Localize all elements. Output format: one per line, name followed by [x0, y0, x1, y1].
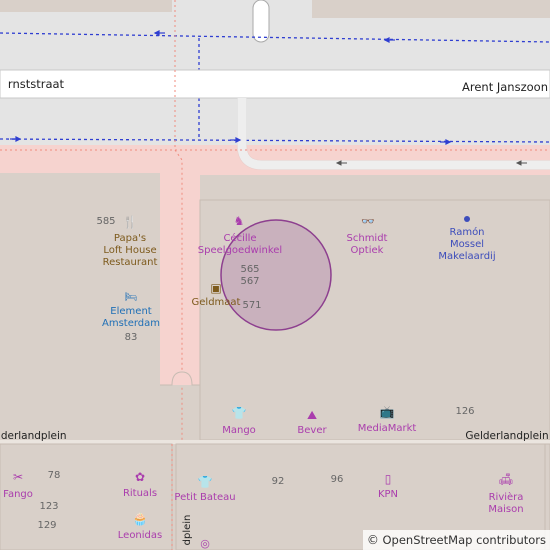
- house-number: 78: [47, 470, 61, 481]
- poi-rituals[interactable]: Rituals: [123, 488, 157, 500]
- shirt-icon-petit[interactable]: 👕: [198, 476, 213, 488]
- sofa-icon[interactable]: 🛋: [498, 473, 513, 485]
- glasses-icon[interactable]: 👓: [361, 216, 375, 228]
- dot-icon: [464, 216, 470, 222]
- roundabout-feature: [252, 0, 270, 43]
- phone-icon[interactable]: ▯: [385, 473, 392, 485]
- poi-kpn[interactable]: KPN: [378, 489, 398, 501]
- shirt-icon[interactable]: 👕: [232, 407, 247, 419]
- poi-fango[interactable]: Fango: [3, 489, 33, 501]
- toy-horse-icon[interactable]: ♞: [234, 215, 245, 227]
- house-number: 567: [240, 276, 260, 287]
- poi-geldmaat[interactable]: Geldmaat: [192, 297, 241, 309]
- house-number: 92: [271, 476, 285, 487]
- street-label-north-right: Arent Janszoon: [462, 80, 548, 94]
- house-number: 126: [455, 406, 475, 417]
- street-label-north-left: rnststraat: [7, 77, 65, 91]
- poi-schmidt-optiek[interactable]: Schmidt Optiek: [347, 233, 388, 257]
- poi-papas-loft-house[interactable]: Papa's Loft House Restaurant: [103, 233, 158, 269]
- cake-icon[interactable]: 🧁: [133, 513, 148, 525]
- ring-icon[interactable]: ◎: [200, 538, 210, 550]
- house-number: 585: [96, 216, 116, 227]
- poi-ramon-mossel[interactable]: Ramón Mossel Makelaardij: [438, 227, 495, 263]
- poi-petit-bateau[interactable]: Petit Bateau: [174, 492, 235, 504]
- hiker-icon[interactable]: ⛰: [307, 409, 317, 421]
- tv-icon[interactable]: 📺: [380, 406, 395, 418]
- street-label-plein-right: Gelderlandplein: [465, 430, 549, 442]
- restaurant-icon[interactable]: 🍴: [123, 216, 138, 228]
- attribution-link[interactable]: OpenStreetMap contributors: [382, 533, 546, 547]
- poi-element-amsterdam[interactable]: Element Amsterdam: [102, 306, 160, 330]
- perfume-icon[interactable]: ✿: [135, 471, 145, 483]
- house-number: 565: [240, 264, 260, 275]
- house-number: 123: [39, 501, 59, 512]
- poi-bever[interactable]: Bever: [297, 425, 326, 437]
- building-top-right: [312, 0, 550, 18]
- poi-mediamarkt[interactable]: MediaMarkt: [358, 423, 417, 435]
- poi-mango[interactable]: Mango: [222, 425, 256, 437]
- poi-riviera-maison[interactable]: Rivièra Maison: [488, 492, 523, 516]
- poi-leonidas[interactable]: Leonidas: [118, 530, 162, 542]
- street-label-vertical: dplein: [182, 514, 193, 546]
- copyright-symbol: ©: [366, 533, 379, 547]
- attribution-bar: © OpenStreetMap contributors: [362, 530, 550, 550]
- map-canvas[interactable]: rnststraat Arent Janszoon elderlandplein…: [0, 0, 550, 550]
- house-number: 129: [37, 520, 57, 531]
- street-label-plein-left: elderlandplein: [0, 430, 67, 442]
- poi-cecille-speelgoedwinkel[interactable]: Cécille Speelgoedwinkel: [198, 233, 282, 257]
- pedestrian-corridor: [160, 145, 200, 385]
- house-number: 96: [330, 474, 344, 485]
- house-number: 83: [124, 332, 138, 343]
- beauty-icon[interactable]: ✂: [13, 471, 23, 483]
- house-number: 571: [242, 300, 262, 311]
- atm-icon[interactable]: ▣: [210, 282, 221, 294]
- hotel-icon[interactable]: 🛏: [125, 292, 138, 304]
- building-top-left: [0, 0, 172, 12]
